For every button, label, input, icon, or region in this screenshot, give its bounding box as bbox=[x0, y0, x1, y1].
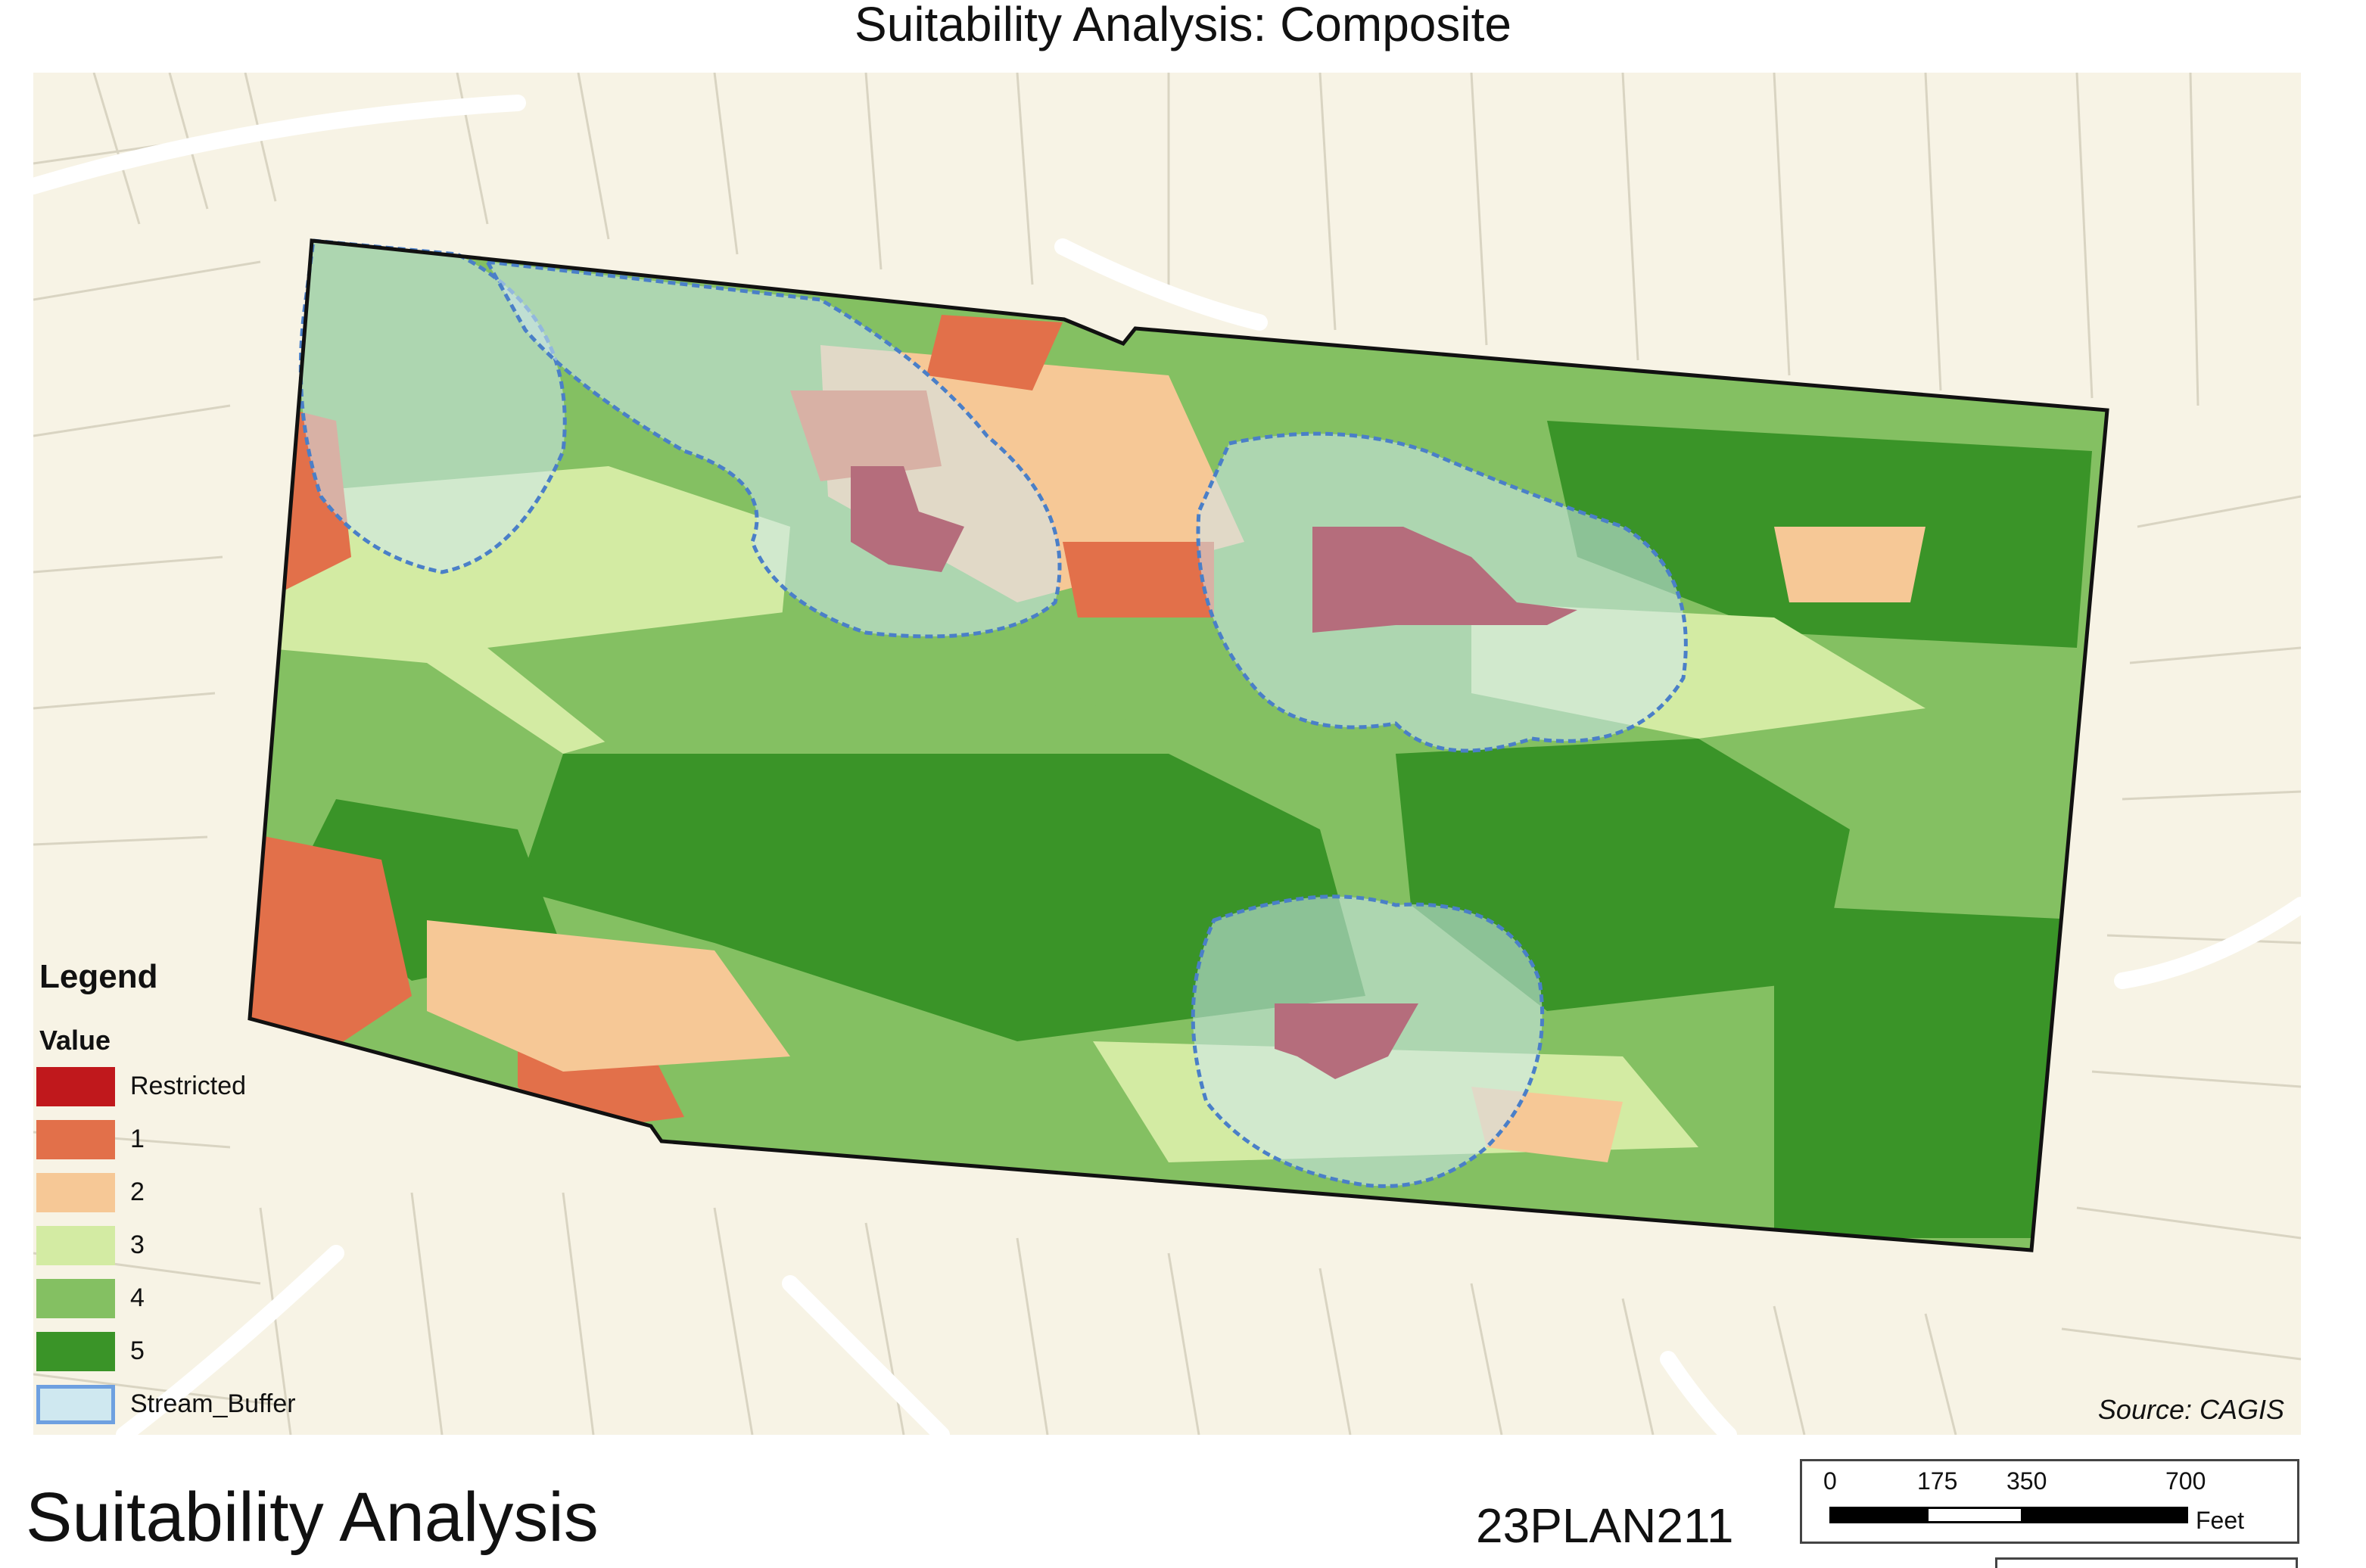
legend-swatch bbox=[36, 1385, 115, 1424]
legend-subtitle: Value bbox=[39, 1025, 111, 1056]
legend-label: 3 bbox=[130, 1230, 145, 1259]
legend-item-2: 2 bbox=[36, 1173, 400, 1215]
legend-item-restricted: Restricted bbox=[36, 1067, 400, 1109]
footer-title: Suitability Analysis bbox=[26, 1479, 599, 1556]
legend-title: Legend bbox=[39, 958, 158, 995]
legend: Legend Value Restricted 1 2 3 4 5 Stream… bbox=[36, 958, 400, 1435]
scale-segment bbox=[1926, 1507, 2023, 1523]
scale-bar: 0 175 350 700 Feet bbox=[1800, 1459, 2299, 1544]
legend-swatch bbox=[36, 1173, 115, 1212]
legend-label: Stream_Buffer bbox=[130, 1389, 296, 1418]
legend-swatch bbox=[36, 1226, 115, 1265]
map-title: Suitability Analysis: Composite bbox=[855, 0, 1511, 51]
scale-segment bbox=[1829, 1507, 1926, 1523]
scale-tick-label: 700 bbox=[2165, 1467, 2206, 1495]
legend-item-stream-buffer: Stream_Buffer bbox=[36, 1385, 400, 1427]
legend-item-3: 3 bbox=[36, 1226, 400, 1268]
scale-segment bbox=[2023, 1507, 2188, 1523]
legend-label: 1 bbox=[130, 1125, 145, 1153]
legend-label: 2 bbox=[130, 1178, 145, 1206]
scale-tick-label: 350 bbox=[2006, 1467, 2047, 1495]
map-frame[interactable]: Legend Value Restricted 1 2 3 4 5 Stream… bbox=[33, 73, 2301, 1435]
scale-tick-label: 175 bbox=[1917, 1467, 1958, 1495]
plan-id: 23PLAN211 bbox=[1476, 1498, 1734, 1553]
legend-label: 5 bbox=[130, 1336, 145, 1365]
source-credit: Source: CAGIS bbox=[2097, 1394, 2284, 1425]
legend-swatch bbox=[36, 1120, 115, 1159]
legend-item-5: 5 bbox=[36, 1332, 400, 1374]
legend-swatch bbox=[36, 1067, 115, 1106]
legend-label: Restricted bbox=[130, 1072, 247, 1100]
scale-unit: Feet bbox=[2196, 1507, 2245, 1534]
legend-item-4: 4 bbox=[36, 1279, 400, 1321]
inset-frame bbox=[1995, 1557, 2298, 1568]
legend-swatch bbox=[36, 1332, 115, 1371]
scale-tick-label: 0 bbox=[1823, 1467, 1837, 1495]
legend-swatch bbox=[36, 1279, 115, 1318]
legend-item-1: 1 bbox=[36, 1120, 400, 1162]
legend-label: 4 bbox=[130, 1283, 145, 1312]
